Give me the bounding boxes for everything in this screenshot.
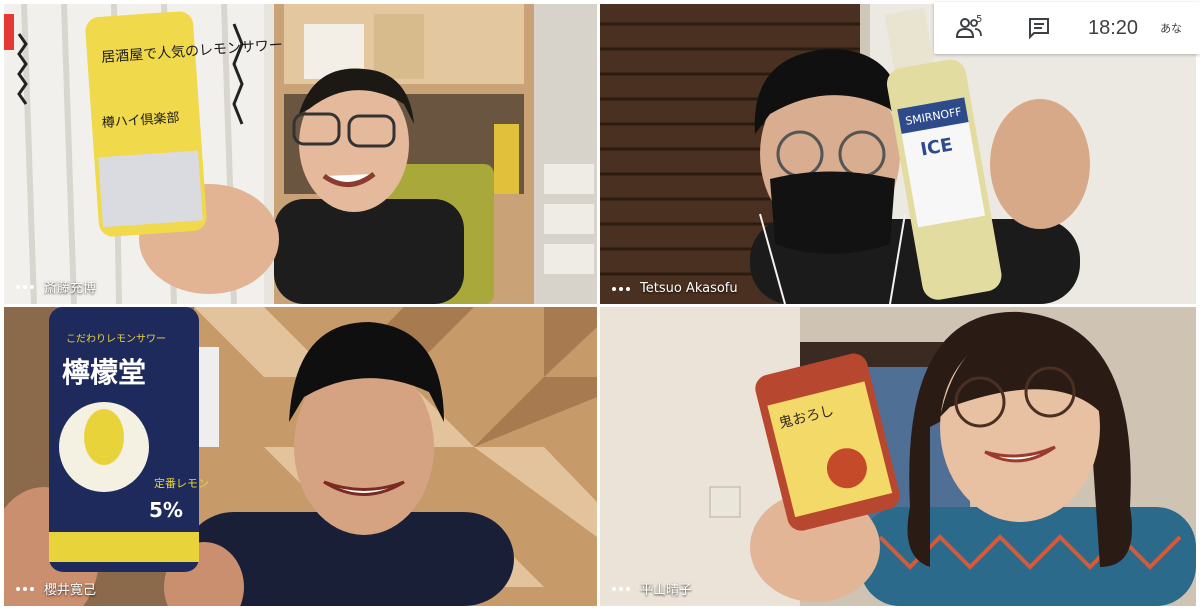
chat-button[interactable] [1004,2,1074,54]
meeting-clock: 18:20 [1088,16,1139,39]
can3-abv-text: 5% [149,498,183,522]
people-count-badge: 5 [976,14,983,25]
participant-name-1: 斎藤充博 [44,281,97,296]
self-label: あな [1160,22,1183,35]
participant-name-2: Tetsuo Akasofu [640,281,738,296]
bottom-divider [0,606,1200,610]
name-tag-1: 斎藤充博 [16,277,96,296]
can3-sub-text: こだわりレモンサワー [66,333,166,345]
participant-video-4: 鬼おろし [600,307,1196,606]
more-options-icon[interactable] [16,284,34,289]
recording-indicator [4,14,14,50]
name-tag-2: Tetsuo Akasofu [612,281,738,296]
name-tag-3: 櫻井寛己 [16,579,96,598]
participant-video-3: こだわりレモンサワー 檸檬堂 定番レモン 5% [4,307,597,606]
participant-tile-3[interactable]: こだわりレモンサワー 檸檬堂 定番レモン 5% 櫻井寛己 [4,307,597,606]
meeting-stage: 居酒屋で人気のレモンサワー 樽ハイ倶楽部 斎藤充博 SMIRNOFF ICE T… [0,0,1200,610]
participant-name-3: 櫻井寛己 [44,583,97,598]
participant-tile-4[interactable]: 鬼おろし 平山晴子 [600,307,1196,606]
participant-video-1: 居酒屋で人気のレモンサワー 樽ハイ倶楽部 [4,4,597,304]
chat-icon [1029,18,1049,39]
more-options-icon[interactable] [612,586,630,591]
can3-type-text: 定番レモン [154,476,209,490]
people-button[interactable]: 5 [934,2,1004,54]
more-options-icon[interactable] [16,586,34,591]
participant-tile-1[interactable]: 居酒屋で人気のレモンサワー 樽ハイ倶楽部 斎藤充博 [4,4,597,304]
can3-brand-text: 檸檬堂 [62,356,146,389]
meeting-toolbar: 5 18:20 あな [934,2,1200,54]
name-tag-4: 平山晴子 [612,579,692,598]
more-options-icon[interactable] [612,286,630,291]
participant-name-4: 平山晴子 [640,583,693,598]
